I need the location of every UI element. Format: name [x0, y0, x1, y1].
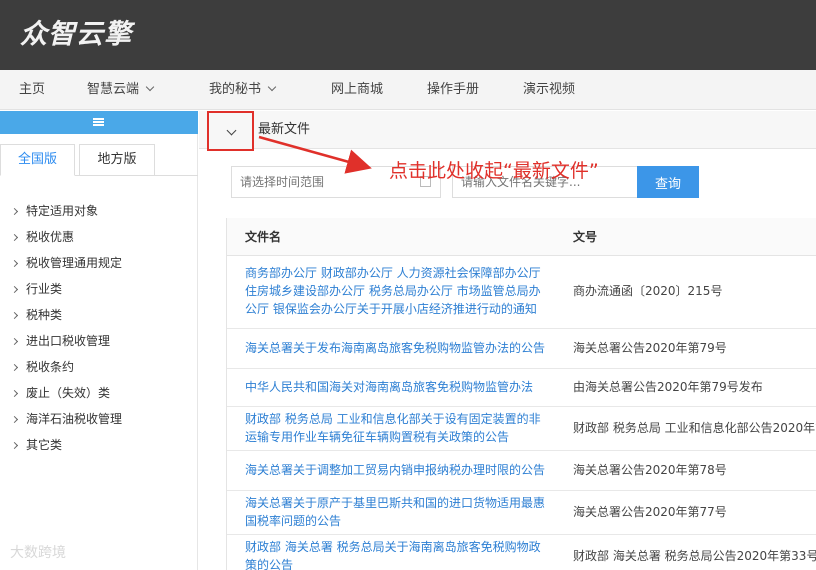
- menu-icon: [93, 118, 104, 126]
- document-number: 海关总署公告2020年第79号: [555, 328, 816, 369]
- sidebar-item-offshore-oil[interactable]: 海洋石油税收管理: [0, 406, 198, 432]
- sidebar-item-import-export[interactable]: 进出口税收管理: [0, 328, 198, 354]
- sidebar: 全国版 地方版 特定适用对象 税收优惠 税收管理通用规定 行业类 税种类 进出口…: [0, 111, 198, 570]
- sidebar-toggle[interactable]: [0, 111, 198, 134]
- document-link[interactable]: 海关总署关于调整加工贸易内销申报纳税办理时限的公告: [227, 450, 555, 491]
- document-link[interactable]: 海关总署关于原产于基里巴斯共和国的进口货物适用最惠国税率问题的公告: [227, 490, 555, 535]
- sidebar-item-label: 行业类: [26, 282, 63, 296]
- chevron-right-icon: [10, 259, 19, 268]
- document-link[interactable]: 商务部办公厅 财政部办公厅 人力资源社会保障部办公厅 住房城乡建设部办公厅 税务…: [227, 255, 555, 329]
- nav-item-label: 操作手册: [427, 82, 480, 97]
- top-nav: 主页 智慧云端 我的秘书 网上商城 操作手册 演示视频: [0, 70, 816, 110]
- tab-national[interactable]: 全国版: [0, 144, 75, 176]
- sidebar-item-label: 税收条约: [26, 360, 75, 374]
- nav-item-label: 主页: [19, 82, 46, 97]
- nav-item-my-secretary[interactable]: 我的秘书: [209, 70, 277, 110]
- brand-logo: 众智云擎: [20, 19, 132, 50]
- sidebar-item-label: 税收管理通用规定: [26, 256, 123, 270]
- chevron-right-icon: [10, 285, 19, 294]
- sidebar-item-tax-treaties[interactable]: 税收条约: [0, 354, 198, 380]
- chevron-right-icon: [10, 415, 19, 424]
- chevron-right-icon: [10, 207, 19, 216]
- sidebar-tabs: 全国版 地方版: [0, 144, 198, 176]
- table-row: 海关总署关于原产于基里巴斯共和国的进口货物适用最惠国税率问题的公告 海关总署公告…: [227, 490, 816, 535]
- sidebar-item-special-objects[interactable]: 特定适用对象: [0, 198, 198, 224]
- brand-bar: 众智云擎: [0, 0, 816, 70]
- table-row: 财政部 海关总署 税务总局关于海南离岛旅客免税购物政策的公告 财政部 海关总署 …: [227, 534, 816, 570]
- chevron-right-icon: [10, 311, 19, 320]
- collapse-button[interactable]: [207, 111, 254, 151]
- chevron-right-icon: [10, 233, 19, 242]
- tab-label: 地方版: [97, 152, 137, 167]
- document-number: 财政部 海关总署 税务总局公告2020年第33号: [555, 534, 816, 570]
- chevron-right-icon: [10, 389, 19, 398]
- document-link[interactable]: 财政部 海关总署 税务总局关于海南离岛旅客免税购物政策的公告: [227, 534, 555, 570]
- nav-item-smart-cloud[interactable]: 智慧云端: [87, 70, 155, 110]
- table-row: 中华人民共和国海关对海南离岛旅客免税购物监管办法 由海关总署公告2020年第79…: [227, 368, 816, 407]
- table-header-row: 文件名 文号: [227, 218, 816, 256]
- chevron-down-icon: [145, 82, 155, 92]
- annotation-text: 点击此处收起“最新文件”: [389, 160, 599, 182]
- sidebar-list: 特定适用对象 税收优惠 税收管理通用规定 行业类 税种类 进出口税收管理 税收条…: [0, 198, 198, 458]
- document-number: 财政部 税务总局 工业和信息化部公告2020年第35号: [555, 406, 816, 451]
- sidebar-item-industry[interactable]: 行业类: [0, 276, 198, 302]
- document-number: 由海关总署公告2020年第79号发布: [555, 368, 816, 407]
- sidebar-item-tax-incentives[interactable]: 税收优惠: [0, 224, 198, 250]
- chevron-right-icon: [10, 337, 19, 346]
- chevron-down-icon: [267, 82, 277, 92]
- document-number: 海关总署公告2020年第78号: [555, 450, 816, 491]
- documents-table: 文件名 文号 商务部办公厅 财政部办公厅 人力资源社会保障部办公厅 住房城乡建设…: [226, 218, 816, 570]
- main-content: 最新文件 查询 点击此处收起“最新文件” 文件名 文号 商务部办公: [199, 111, 816, 570]
- nav-item-manual[interactable]: 操作手册: [427, 70, 479, 110]
- sidebar-item-general-rules[interactable]: 税收管理通用规定: [0, 250, 198, 276]
- column-header-number: 文号: [555, 218, 816, 256]
- document-number: 海关总署公告2020年第77号: [555, 490, 816, 535]
- column-header-filename: 文件名: [227, 218, 555, 256]
- watermark: 大数跨境: [10, 545, 66, 561]
- chevron-right-icon: [10, 441, 19, 450]
- nav-item-home[interactable]: 主页: [19, 70, 45, 110]
- sidebar-item-label: 其它类: [26, 438, 63, 452]
- chevron-right-icon: [10, 363, 19, 372]
- sidebar-item-label: 进出口税收管理: [26, 334, 111, 348]
- document-number: 商办流通函〔2020〕215号: [555, 255, 816, 329]
- query-button[interactable]: 查询: [637, 166, 699, 198]
- tab-local[interactable]: 地方版: [79, 144, 155, 176]
- tab-label: 全国版: [17, 152, 57, 167]
- table-row: 海关总署关于调整加工贸易内销申报纳税办理时限的公告 海关总署公告2020年第78…: [227, 450, 816, 491]
- document-link[interactable]: 财政部 税务总局 工业和信息化部关于设有固定装置的非运输专用作业车辆免征车辆购置…: [227, 406, 555, 451]
- table-row: 海关总署关于发布海南离岛旅客免税购物监管办法的公告 海关总署公告2020年第79…: [227, 328, 816, 369]
- sidebar-item-abolished[interactable]: 废止（失效）类: [0, 380, 198, 406]
- sidebar-item-others[interactable]: 其它类: [0, 432, 198, 458]
- sidebar-item-label: 特定适用对象: [26, 204, 99, 218]
- document-link[interactable]: 海关总署关于发布海南离岛旅客免税购物监管办法的公告: [227, 328, 555, 369]
- sidebar-item-label: 废止（失效）类: [26, 386, 111, 400]
- table-row: 商务部办公厅 财政部办公厅 人力资源社会保障部办公厅 住房城乡建设部办公厅 税务…: [227, 255, 816, 329]
- document-link[interactable]: 中华人民共和国海关对海南离岛旅客免税购物监管办法: [227, 368, 555, 407]
- nav-item-label: 智慧云端: [87, 82, 140, 97]
- table-row: 财政部 税务总局 工业和信息化部关于设有固定装置的非运输专用作业车辆免征车辆购置…: [227, 406, 816, 451]
- annotation-arrow-icon: [258, 135, 372, 174]
- nav-item-label: 演示视频: [523, 82, 576, 97]
- sidebar-item-label: 税种类: [26, 308, 63, 322]
- nav-item-label: 我的秘书: [209, 82, 262, 97]
- nav-item-online-mall[interactable]: 网上商城: [331, 70, 383, 110]
- sidebar-item-tax-types[interactable]: 税种类: [0, 302, 198, 328]
- sidebar-item-label: 税收优惠: [26, 230, 75, 244]
- nav-item-label: 网上商城: [331, 82, 384, 97]
- sidebar-item-label: 海洋石油税收管理: [26, 412, 123, 426]
- chevron-down-icon: [226, 125, 237, 136]
- nav-item-demo-video[interactable]: 演示视频: [523, 70, 575, 110]
